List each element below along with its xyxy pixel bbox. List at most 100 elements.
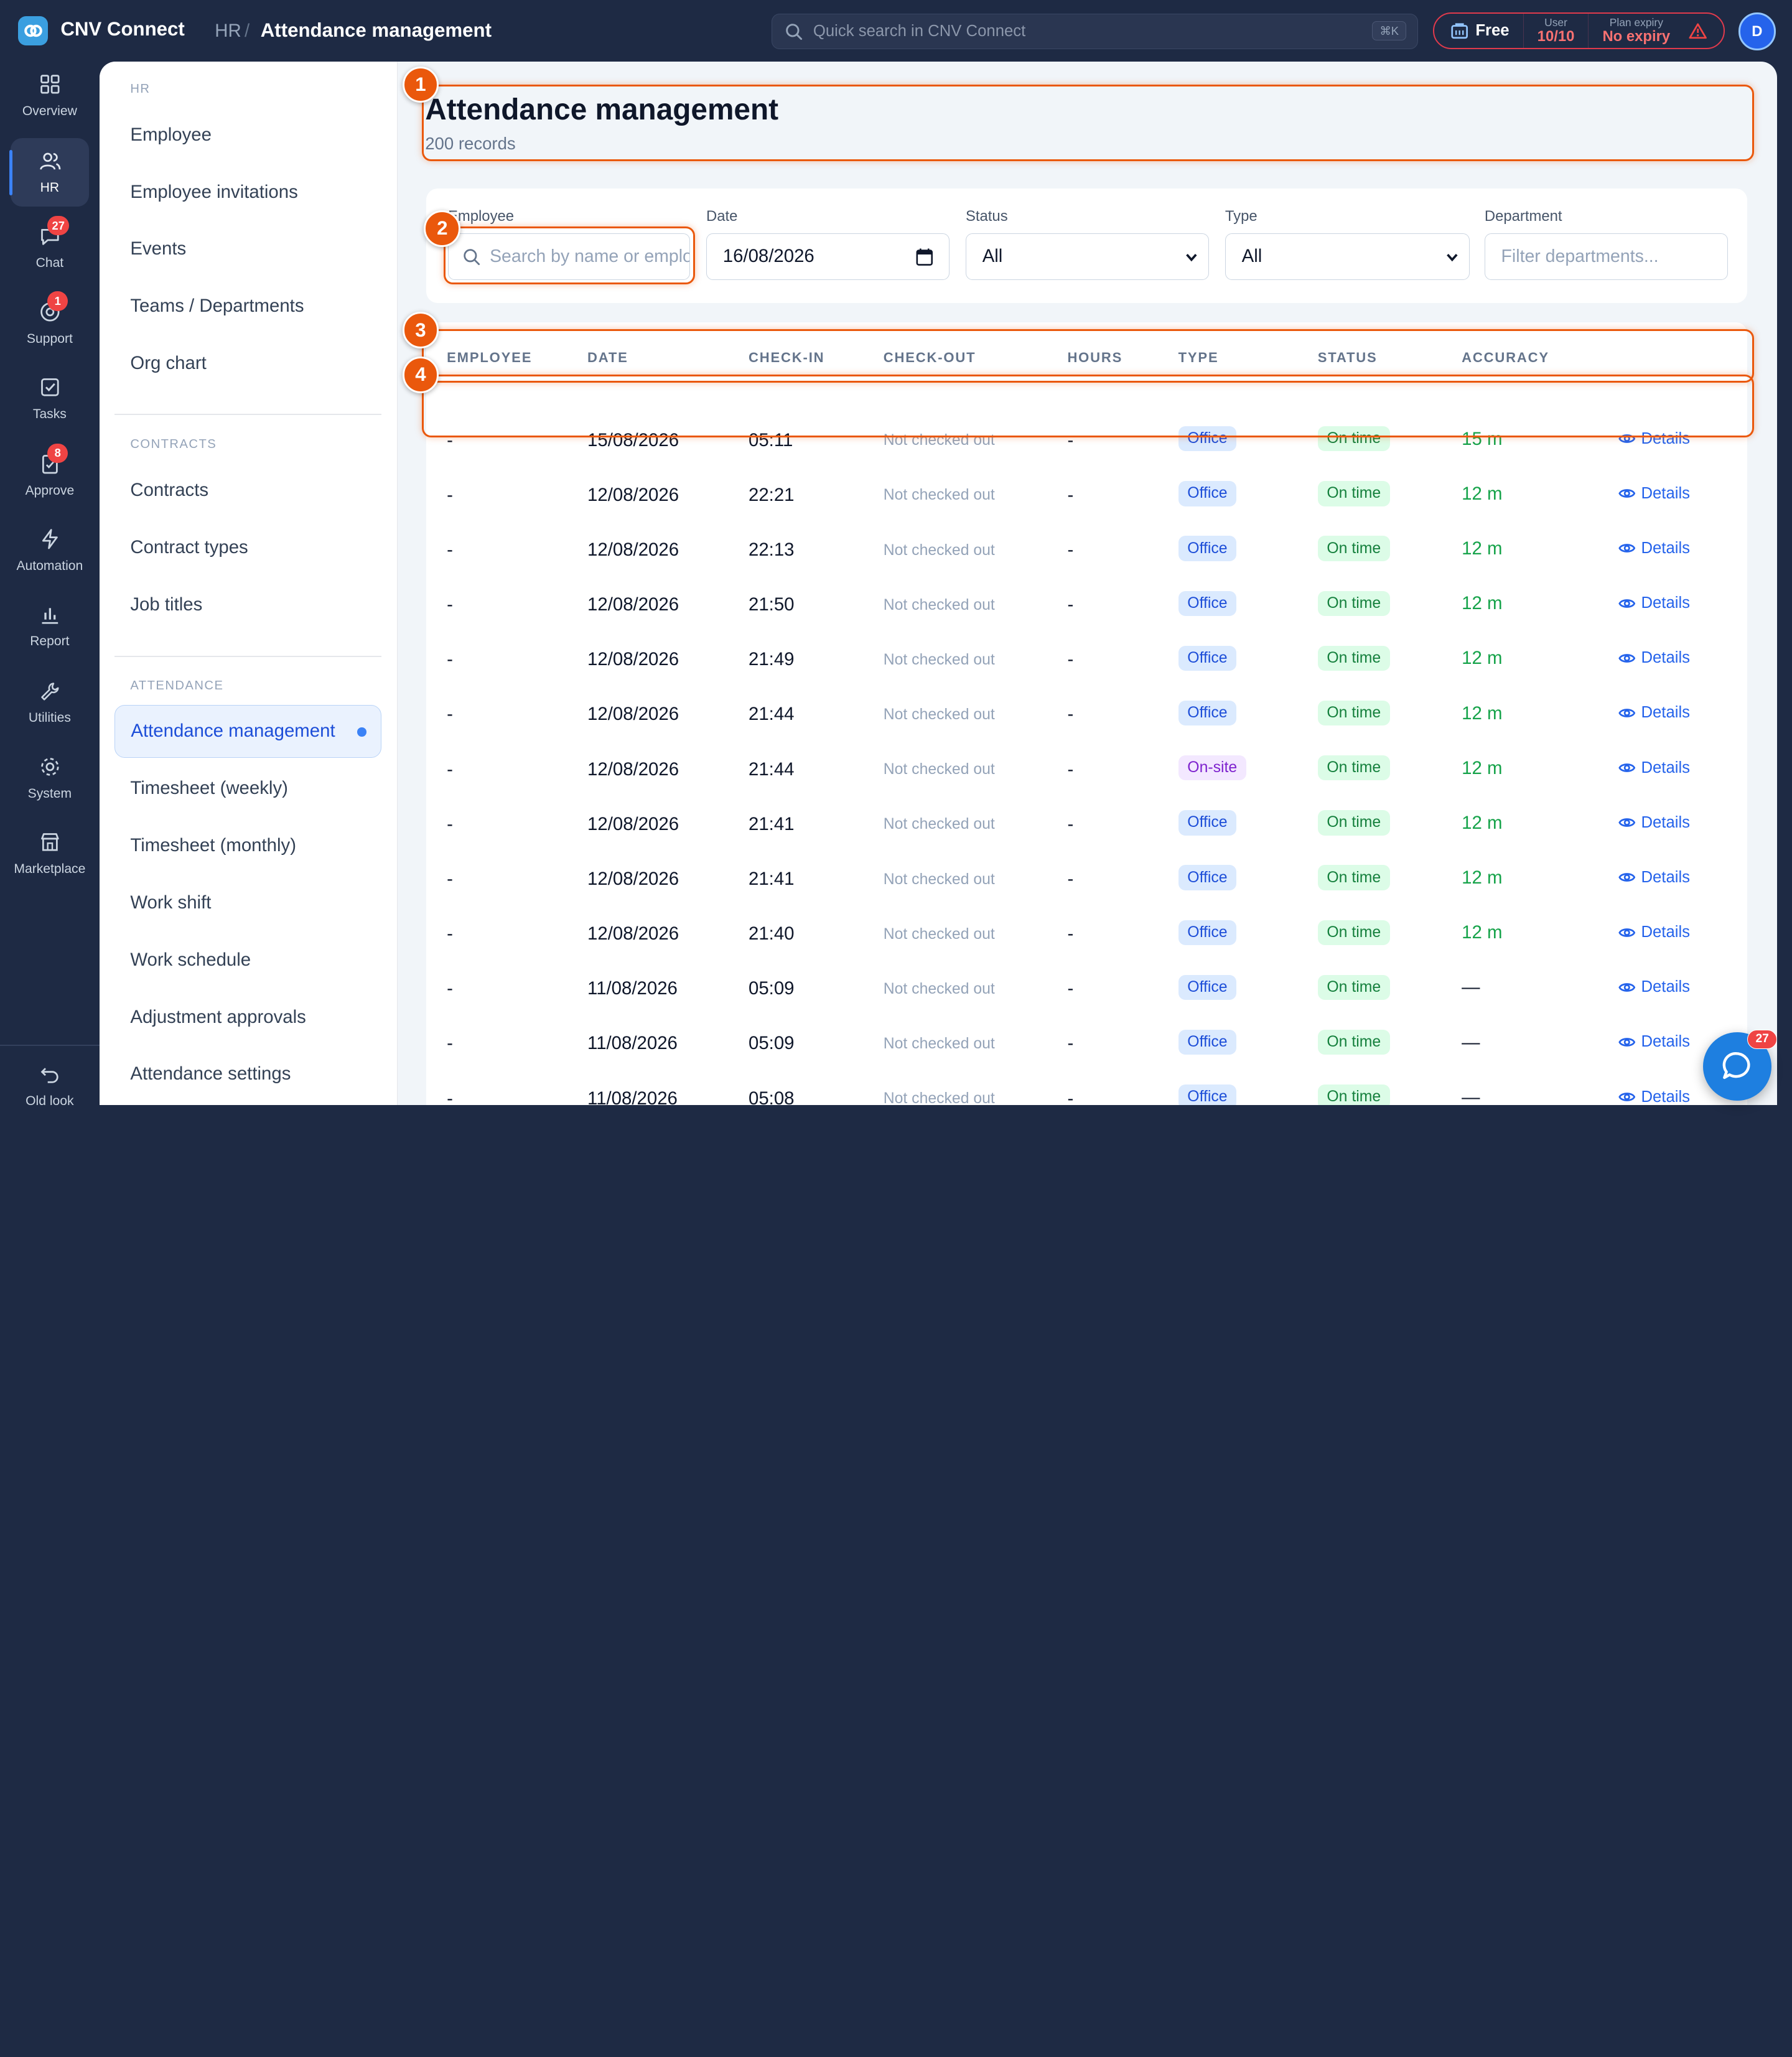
cell-check-in: 21:49 bbox=[749, 649, 795, 670]
cell-check-out: Not checked out bbox=[883, 1090, 995, 1106]
details-link[interactable]: Details bbox=[1618, 978, 1690, 996]
nav-divider bbox=[114, 656, 382, 658]
nav-item-adjustment-approvals[interactable]: Adjustment approvals bbox=[114, 991, 382, 1043]
details-label: Details bbox=[1641, 484, 1691, 502]
nav-item-contracts[interactable]: Contracts bbox=[114, 464, 382, 516]
breadcrumb-root[interactable]: HR bbox=[215, 21, 241, 42]
cell-employee: - bbox=[447, 868, 453, 889]
bolt-icon bbox=[42, 529, 58, 549]
table-row[interactable]: - 12/08/2026 21:41 Not checked out - Office On… bbox=[426, 798, 1747, 852]
details-label: Details bbox=[1641, 978, 1691, 996]
details-link[interactable]: Details bbox=[1618, 814, 1690, 832]
cell-employee: - bbox=[447, 923, 453, 945]
details-link[interactable]: Details bbox=[1618, 594, 1690, 612]
table-row[interactable]: - 12/08/2026 22:13 Not checked out - Office On… bbox=[426, 523, 1747, 578]
rail-item-automation[interactable]: Automation bbox=[11, 516, 90, 585]
user-avatar[interactable]: D bbox=[1738, 12, 1776, 50]
active-dot bbox=[357, 727, 366, 737]
cell-employee: - bbox=[447, 978, 453, 999]
nav-item-job-titles[interactable]: Job titles bbox=[114, 578, 382, 630]
table-row[interactable]: - 12/08/2026 21:49 Not checked out - Office On… bbox=[426, 633, 1747, 688]
chat-fab-button[interactable]: 27 bbox=[1702, 1029, 1778, 1101]
support-badge: 1 bbox=[47, 291, 68, 311]
nav-item-work-shift[interactable]: Work shift bbox=[114, 877, 382, 929]
rail-item-overview[interactable]: Overview bbox=[11, 62, 90, 130]
calendar-icon[interactable] bbox=[916, 248, 933, 266]
nav-item-timesheet-monthly[interactable]: Timesheet (monthly) bbox=[114, 819, 382, 872]
details-link[interactable]: Details bbox=[1618, 869, 1690, 887]
nav-item-org-chart[interactable]: Org chart bbox=[114, 337, 382, 389]
cell-hours: - bbox=[1067, 539, 1074, 560]
rail-item-report[interactable]: Report bbox=[11, 592, 90, 660]
cell-check-in: 05:09 bbox=[749, 978, 795, 999]
cell-check-out: Not checked out bbox=[883, 487, 995, 504]
department-filter-input[interactable]: Filter departments... bbox=[1484, 233, 1729, 280]
details-link[interactable]: Details bbox=[1618, 485, 1690, 503]
annotation-marker-1: 1 bbox=[402, 66, 439, 103]
rail-item-support[interactable]: 1 Support bbox=[11, 289, 90, 358]
type-badge: On-site bbox=[1178, 755, 1246, 781]
details-link[interactable]: Details bbox=[1618, 649, 1690, 667]
approve-badge: 8 bbox=[47, 443, 68, 463]
table-row[interactable]: - 12/08/2026 21:40 Not checked out - Office On… bbox=[426, 907, 1747, 962]
wrench-icon bbox=[40, 682, 59, 701]
nav-item-employee-invitations[interactable]: Employee invitations bbox=[114, 166, 382, 218]
details-link[interactable]: Details bbox=[1618, 1088, 1690, 1105]
rail-item-approve[interactable]: 8 Approve bbox=[11, 441, 90, 510]
table-row[interactable]: - 12/08/2026 21:50 Not checked out - Office On… bbox=[426, 578, 1747, 633]
table-row[interactable]: - 12/08/2026 21:41 Not checked out - Office On… bbox=[426, 852, 1747, 907]
date-input[interactable]: 16/08/2026 bbox=[706, 233, 950, 280]
nav-item-employee[interactable]: Employee bbox=[114, 108, 382, 161]
plan-user-label: User bbox=[1544, 16, 1567, 29]
cell-check-out: Not checked out bbox=[883, 761, 995, 778]
table-row[interactable]: - 11/08/2026 05:09 Not checked out - Office On… bbox=[426, 1017, 1747, 1072]
rail-label: Automation bbox=[16, 559, 83, 574]
table-row[interactable]: - 12/08/2026 21:44 Not checked out - Office On… bbox=[426, 688, 1747, 743]
cell-accuracy: — bbox=[1462, 1032, 1480, 1053]
rail-item-hr[interactable]: HR bbox=[9, 138, 90, 207]
app-logo[interactable] bbox=[18, 16, 49, 46]
cell-hours: - bbox=[1067, 594, 1074, 615]
details-link[interactable]: Details bbox=[1618, 759, 1690, 777]
status-badge: On time bbox=[1317, 920, 1390, 945]
details-link[interactable]: Details bbox=[1618, 539, 1690, 557]
rail-item-marketplace[interactable]: Marketplace bbox=[11, 819, 90, 888]
cell-accuracy: — bbox=[1462, 977, 1480, 998]
main-panel: HR Employee Employee invitations Events … bbox=[99, 62, 1778, 1106]
rail-item-chat[interactable]: 27 Chat bbox=[11, 213, 90, 282]
nav-item-events[interactable]: Events bbox=[114, 223, 382, 275]
cell-date: 12/08/2026 bbox=[587, 868, 679, 889]
plan-status[interactable]: Free User 10/10 Plan expiry No expiry bbox=[1433, 12, 1725, 49]
cell-date: 12/08/2026 bbox=[587, 484, 679, 505]
table-row[interactable]: - 12/08/2026 22:21 Not checked out - Office On… bbox=[426, 469, 1747, 523]
rail-label: System bbox=[27, 786, 72, 801]
details-link[interactable]: Details bbox=[1618, 704, 1690, 722]
building-icon bbox=[1451, 23, 1468, 39]
rail-item-old-look[interactable]: Old look bbox=[11, 1052, 90, 1120]
support-icon-wrap: 1 bbox=[39, 291, 68, 324]
eye-icon bbox=[1618, 818, 1635, 828]
chevron-down-icon bbox=[1446, 253, 1458, 261]
details-label: Details bbox=[1641, 704, 1691, 722]
table-row[interactable]: - 11/08/2026 05:09 Not checked out - Office On… bbox=[426, 962, 1747, 1017]
type-select[interactable]: All bbox=[1225, 233, 1470, 280]
global-search-input[interactable]: Quick search in CNV Connect ⌘K bbox=[771, 14, 1419, 49]
status-badge: On time bbox=[1317, 1029, 1390, 1055]
nav-item-contract-types[interactable]: Contract types bbox=[114, 521, 382, 574]
rail-item-tasks[interactable]: Tasks bbox=[11, 365, 90, 433]
details-link[interactable]: Details bbox=[1618, 923, 1690, 941]
nav-item-attendance-management[interactable]: Attendance management bbox=[114, 705, 382, 758]
table-row[interactable]: - 12/08/2026 21:44 Not checked out - On-site O… bbox=[426, 743, 1747, 798]
nav-item-timesheet-weekly[interactable]: Timesheet (weekly) bbox=[114, 762, 382, 814]
rail-item-system[interactable]: System bbox=[11, 744, 90, 813]
rail-item-utilities[interactable]: Utilities bbox=[11, 668, 90, 737]
nav-item-teams-departments[interactable]: Teams / Departments bbox=[114, 280, 382, 332]
nav-item-work-schedule[interactable]: Work schedule bbox=[114, 934, 382, 986]
nav-divider bbox=[114, 413, 382, 415]
status-select[interactable]: All bbox=[965, 233, 1210, 280]
nav-item-attendance-settings[interactable]: Attendance settings bbox=[114, 1048, 382, 1100]
table-row[interactable]: - 11/08/2026 05:08 Not checked out - Office On… bbox=[426, 1072, 1747, 1106]
details-link[interactable]: Details bbox=[1618, 1033, 1690, 1051]
status-badge: On time bbox=[1317, 536, 1390, 561]
annotation-highlight-1 bbox=[421, 84, 1755, 161]
